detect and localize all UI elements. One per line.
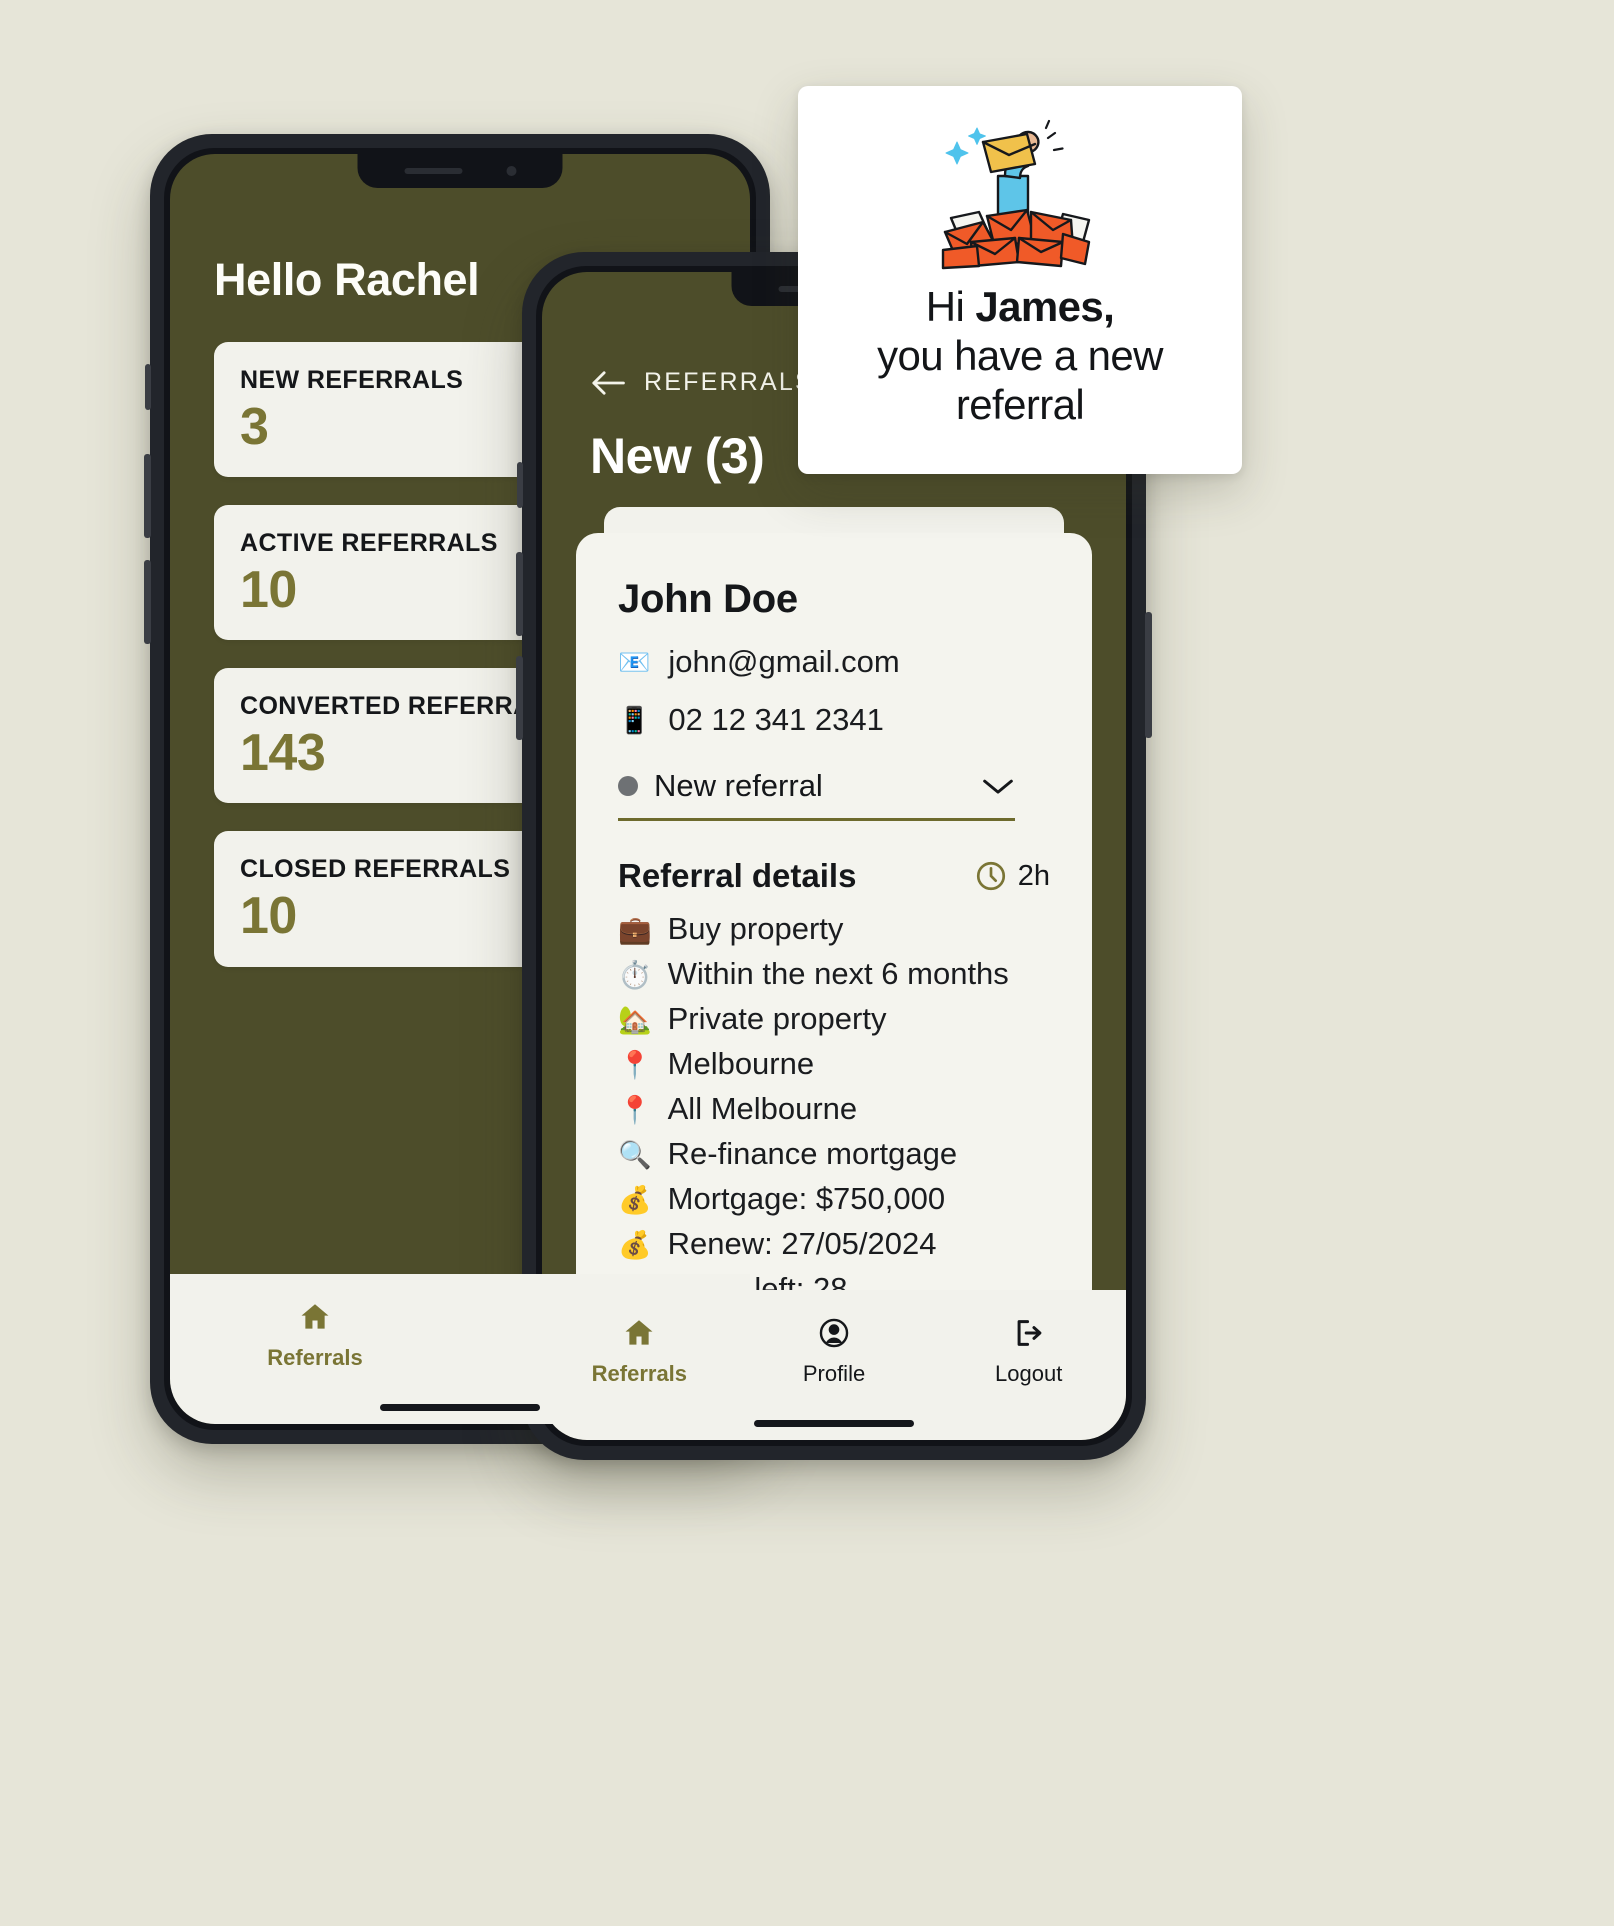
detail-text: Mortgage: $750,000	[667, 1181, 946, 1216]
home-icon	[301, 1304, 329, 1329]
chevron-down-icon[interactable]	[981, 776, 1015, 796]
pin-icon: 📍	[618, 1050, 652, 1080]
referral-email-row[interactable]: 📧 john@gmail.com	[618, 644, 1050, 680]
tab-label: Profile	[802, 1361, 866, 1386]
notification-line-2: referral	[955, 381, 1085, 429]
earpiece-speaker	[404, 168, 462, 174]
home-indicator	[380, 1404, 540, 1411]
referral-details-header: Referral details 2h	[618, 857, 1050, 895]
money-bag-icon: 💰	[618, 1230, 652, 1260]
detail-text: Private property	[667, 1001, 887, 1036]
detail-tab-bar: Referrals Profile Logout	[542, 1290, 1126, 1440]
detail-text: Within the next 6 months	[667, 956, 1009, 991]
volume-down-button[interactable]	[144, 560, 151, 644]
detail-item: ⏱️ Within the next 6 months	[618, 956, 1050, 992]
referral-details-title: Referral details	[618, 857, 857, 894]
tab-referrals[interactable]: Referrals	[542, 1316, 737, 1387]
magnifier-icon: 🔍	[618, 1140, 652, 1170]
detail-item: 📍 Melbourne	[618, 1046, 1050, 1082]
house-icon: 🏡	[618, 1005, 652, 1035]
referral-email: john@gmail.com	[668, 644, 900, 679]
clock-icon	[976, 861, 1005, 891]
mute-switch[interactable]	[517, 462, 523, 508]
mute-switch[interactable]	[145, 364, 151, 410]
detail-item: 💰 Mortgage: $750,000	[618, 1181, 1050, 1217]
tab-logout[interactable]: Logout	[931, 1316, 1126, 1387]
stopwatch-icon: ⏱️	[618, 960, 652, 990]
detail-item: 🏡 Private property	[618, 1001, 1050, 1037]
status-dropdown[interactable]: New referral	[618, 768, 1016, 821]
notification-card[interactable]: Hi James, you have a new referral	[798, 86, 1242, 474]
envelope-icon: 📧	[618, 647, 651, 677]
briefcase-icon: 💼	[618, 915, 652, 945]
detail-item: 💼 Buy property	[618, 911, 1050, 947]
referral-phone-row[interactable]: 📱 02 12 341 2341	[618, 702, 1050, 738]
money-bag-icon: 💰	[618, 1185, 652, 1215]
account-circle-icon	[819, 1318, 849, 1348]
pin-icon: 📍	[618, 1095, 652, 1125]
referral-details-list: 💼 Buy property ⏱️ Within the next 6 mont…	[618, 911, 1050, 1290]
screenshot-stage: Hello Rachel NEW REFERRALS 3 ACTIVE REFE…	[0, 0, 1614, 1926]
notification-message: Hi James, you have a new referral	[877, 282, 1163, 429]
referral-phone: 02 12 341 2341	[668, 702, 884, 737]
notification-greeting-prefix: Hi	[925, 283, 976, 330]
home-icon	[625, 1320, 653, 1345]
mobile-phone-icon: 📱	[618, 705, 651, 735]
referral-age-badge: 2h	[974, 859, 1050, 893]
detail-text: Re-finance mortgage	[667, 1136, 958, 1171]
detail-item: 💰 Renew: 27/05/2024	[618, 1226, 1050, 1262]
detail-text: Buy property	[667, 911, 844, 946]
power-button[interactable]	[1145, 612, 1152, 738]
phone-notch	[357, 154, 563, 188]
notification-name: James,	[975, 283, 1115, 330]
notification-line-1: you have a new	[877, 332, 1163, 380]
tab-referrals[interactable]: Referrals	[170, 1300, 460, 1371]
tab-label: Referrals	[591, 1361, 688, 1386]
referral-detail-card: John Doe 📧 john@gmail.com 📱 02 12 341 23…	[576, 533, 1092, 1290]
arrow-left-icon	[592, 370, 625, 395]
home-indicator	[754, 1420, 914, 1427]
detail-text: All Melbourne	[667, 1091, 858, 1126]
status-dot-icon	[618, 776, 638, 796]
tab-label: Logout	[995, 1361, 1063, 1386]
person-in-mail-pile-illustration	[941, 119, 1091, 270]
referral-age-text: 2h	[1017, 859, 1050, 892]
detail-text: Melbourne	[667, 1046, 815, 1081]
detail-text: Renew: 27/05/2024	[667, 1226, 937, 1261]
volume-down-button[interactable]	[516, 656, 523, 740]
volume-up-button[interactable]	[144, 454, 151, 538]
status-value: New referral	[654, 768, 823, 803]
volume-up-button[interactable]	[516, 552, 523, 636]
front-camera	[506, 166, 516, 176]
back-label: REFERRALS	[644, 368, 814, 396]
logout-icon	[1017, 1320, 1042, 1346]
tab-profile[interactable]: Profile	[737, 1316, 932, 1387]
tab-label: Referrals	[267, 1345, 363, 1370]
referral-name: John Doe	[618, 577, 798, 621]
detail-item: 🔍 Re-finance mortgage	[618, 1136, 1050, 1172]
detail-item: 📍 All Melbourne	[618, 1091, 1050, 1127]
